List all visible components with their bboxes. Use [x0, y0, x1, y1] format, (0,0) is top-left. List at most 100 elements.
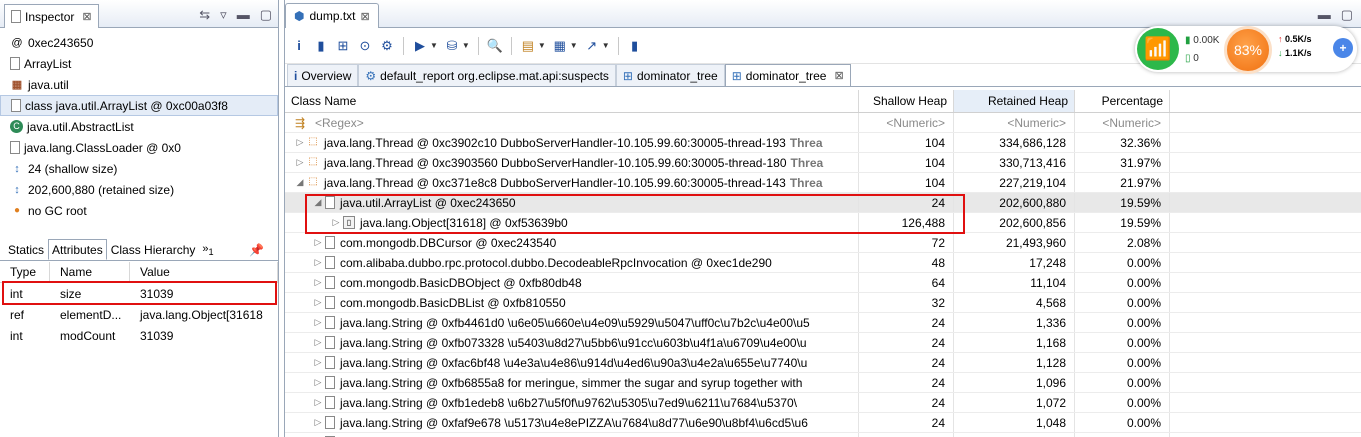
column-percentage[interactable]: Percentage — [1075, 90, 1170, 112]
maximize-icon[interactable]: ▢ — [260, 7, 272, 23]
cell-shallow-heap: 48 — [859, 253, 954, 272]
table-row[interactable]: ▷ ⬚ java.lang.Thread @ 0xc3903560 DubboSer… — [285, 153, 1361, 173]
group-by-icon[interactable]: ▤ — [520, 38, 536, 54]
table-row[interactable]: ▷ com.mongodb.BasicDBObject @ 0xfb80db48 6… — [285, 273, 1361, 293]
expand-icon[interactable]: ▷ — [293, 157, 307, 168]
thread-type-label: Threa — [789, 175, 823, 190]
inspector-item-retained-size[interactable]: ↕ 202,600,880 (retained size) — [0, 179, 278, 200]
chevron-down-icon[interactable]: ▼ — [538, 41, 546, 50]
table-row[interactable]: ▷ com.mongodb.DBCursor @ 0xec243540 72 21,4… — [285, 233, 1361, 253]
inspector-item-shallow-size[interactable]: ↕ 24 (shallow size) — [0, 158, 278, 179]
network-monitor-widget[interactable]: 📶 ▮ 0.00K ▯ 0 83% ↑ 0.5K/s ↓ 1.1K/s + — [1135, 26, 1357, 74]
table-row[interactable]: ▷ ▯ java.lang.Object[31618] @ 0xf53639b0 12… — [285, 213, 1361, 233]
inspector-item-classloader[interactable]: java.lang.ClassLoader @ 0x0 — [0, 137, 278, 158]
retained-filter[interactable]: <Numeric> — [954, 113, 1075, 132]
expand-icon[interactable]: ▷ — [311, 357, 325, 368]
expand-icon[interactable]: ▷ — [311, 277, 325, 288]
sync-icon[interactable]: ⇆ — [199, 7, 210, 23]
table-row[interactable]: ▷ java.lang.String @ 0xfac6bf48 \u4e3a\u4… — [285, 353, 1361, 373]
expand-icon[interactable]: ▷ — [311, 377, 325, 388]
table-row[interactable]: ▷ ⬚ java.lang.Thread @ 0xc3902c10 DubboSer… — [285, 133, 1361, 153]
expand-icon[interactable]: ▷ — [311, 397, 325, 408]
table-row[interactable]: ref elementD... java.lang.Object[31618 — [0, 304, 278, 325]
export-icon[interactable]: ↗ — [584, 38, 600, 54]
close-icon[interactable]: ⊠ — [361, 10, 370, 23]
table-row[interactable]: ▷ java.lang.String @ 0xfb073328 \u5403\u8… — [285, 333, 1361, 353]
tab-overview[interactable]: i Overview — [287, 64, 359, 86]
collapse-icon[interactable]: ◢ — [293, 177, 307, 188]
table-row[interactable]: ▷ java.lang.String @ 0xfb6855a8 for merin… — [285, 373, 1361, 393]
minimize-icon[interactable]: ▬ — [1318, 7, 1331, 23]
inspector-item-address[interactable]: @ 0xec243650 — [0, 32, 278, 53]
expand-icon[interactable]: ▷ — [311, 417, 325, 428]
tab-attributes[interactable]: Attributes — [48, 239, 107, 260]
more-tabs-button[interactable]: »1 — [199, 240, 216, 260]
oql-icon[interactable]: ⊙ — [357, 38, 373, 54]
chevron-down-icon[interactable]: ▼ — [570, 41, 578, 50]
expand-icon[interactable]: ▷ — [293, 137, 307, 148]
table-row[interactable]: ◢ ⬚ java.lang.Thread @ 0xc371e8c8 DubboSer… — [285, 173, 1361, 193]
tab-dump-file[interactable]: ⬢ dump.txt ⊠ — [285, 3, 379, 28]
search-icon[interactable]: 🔍 — [487, 38, 503, 54]
expand-icon[interactable]: ▷ — [311, 297, 325, 308]
expand-icon[interactable]: ▷ — [311, 237, 325, 248]
column-name[interactable]: Name — [50, 262, 130, 282]
tab-class-hierarchy[interactable]: Class Hierarchy — [107, 239, 200, 260]
histogram-icon[interactable]: ▮ — [313, 38, 329, 54]
shallow-filter[interactable]: <Numeric> — [859, 113, 954, 132]
chevron-down-icon[interactable]: ▼ — [462, 41, 470, 50]
expand-icon[interactable]: ▷ — [311, 337, 325, 348]
class-name-label: com.mongodb.BasicDBObject @ 0xfb80db48 — [340, 275, 582, 290]
regex-cell[interactable]: ⇶ <Regex> — [285, 113, 859, 132]
info-icon[interactable]: i — [291, 38, 307, 53]
tab-dominator-tree[interactable]: ⊞ dominator_tree — [615, 64, 725, 86]
inspector-item-superclass[interactable]: C java.util.AbstractList — [0, 116, 278, 137]
add-icon[interactable]: + — [1333, 38, 1353, 58]
chevron-down-icon[interactable]: ▼ — [430, 41, 438, 50]
percentage-filter[interactable]: <Numeric> — [1075, 113, 1170, 132]
column-type[interactable]: Type — [0, 262, 50, 282]
table-row[interactable]: ▷ java.lang.String @ 0xfb1edeb8 \u6b27\u5… — [285, 393, 1361, 413]
collapse-icon[interactable]: ◢ — [311, 197, 325, 208]
table-row[interactable]: ▷ — [285, 433, 1361, 437]
table-row[interactable]: ▷ com.alibaba.dubbo.rpc.protocol.dubbo.De… — [285, 253, 1361, 273]
maximize-icon[interactable]: ▢ — [1341, 7, 1353, 23]
expand-icon[interactable]: ▷ — [311, 317, 325, 328]
inspector-item-class[interactable]: class java.util.ArrayList @ 0xc00a03f8 — [0, 95, 278, 116]
expand-icon[interactable]: ▷ — [311, 257, 325, 268]
column-class-name[interactable]: Class Name — [285, 90, 859, 112]
cell-shallow-heap: 126,488 — [859, 213, 954, 232]
column-value[interactable]: Value — [130, 262, 278, 282]
close-icon[interactable]: ⊠ — [834, 69, 843, 82]
inspector-item-package[interactable]: ▦ java.util — [0, 74, 278, 95]
inspector-item-class-name[interactable]: ArrayList — [0, 53, 278, 74]
table-row[interactable]: ▷ java.lang.String @ 0xfb4461d0 \u6e05\u6… — [285, 313, 1361, 333]
dominator-tree-icon[interactable]: ⊞ — [335, 38, 351, 54]
usage-percent[interactable]: 83% — [1224, 26, 1272, 74]
column-shallow-heap[interactable]: Shallow Heap — [859, 90, 954, 112]
query-browser-icon[interactable]: ⛁ — [444, 38, 460, 54]
calculate-icon[interactable]: ▦ — [552, 38, 568, 54]
inspector-item-gc-root[interactable]: ● no GC root — [0, 200, 278, 221]
table-row[interactable]: ◢ java.util.ArrayList @ 0xec243650 24 202,6… — [285, 193, 1361, 213]
tab-dominator-tree-active[interactable]: ⊞ dominator_tree ⊠ — [724, 64, 851, 86]
run-report-icon[interactable]: ▶ — [412, 38, 428, 54]
tab-default-report[interactable]: ⚙ default_report org.eclipse.mat.api:sus… — [358, 64, 616, 86]
table-row[interactable]: ▷ com.mongodb.BasicDBList @ 0xfb810550 32 4… — [285, 293, 1361, 313]
regex-filter-row[interactable]: ⇶ <Regex> <Numeric> <Numeric> <Numeric> — [285, 113, 1361, 133]
expand-icon[interactable]: ▷ — [329, 217, 343, 228]
minimize-icon[interactable]: ▬ — [237, 7, 250, 23]
class-name-label: java.lang.String @ 0xfb1edeb8 \u6b27\u5f… — [340, 395, 798, 410]
view-menu-icon[interactable]: ▿ — [220, 7, 227, 23]
table-row[interactable]: int size 31039 — [0, 283, 278, 304]
chevron-down-icon[interactable]: ▼ — [602, 41, 610, 50]
tab-statics[interactable]: Statics — [4, 239, 48, 260]
column-retained-heap[interactable]: Retained Heap — [954, 90, 1075, 112]
close-icon[interactable]: ⊠ — [82, 10, 91, 23]
pin-icon[interactable]: 📌 — [249, 243, 264, 260]
inspector-tab[interactable]: Inspector ⊠ — [4, 4, 99, 28]
table-row[interactable]: ▷ java.lang.String @ 0xfaf9e678 \u5173\u4… — [285, 413, 1361, 433]
pin-tab-icon[interactable]: ▮ — [627, 38, 643, 54]
thread-overview-icon[interactable]: ⚙ — [379, 38, 395, 54]
table-row[interactable]: int modCount 31039 — [0, 325, 278, 346]
